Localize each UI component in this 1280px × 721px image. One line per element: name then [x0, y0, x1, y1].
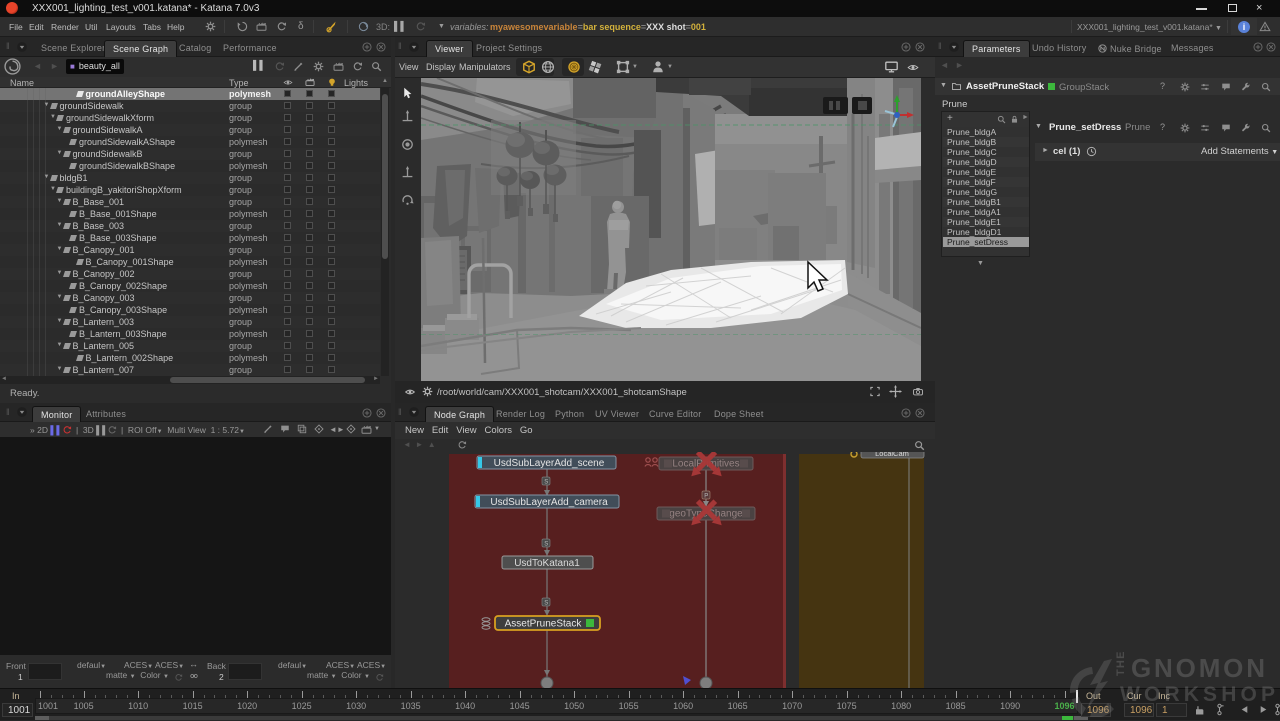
- svg-text:S: S: [544, 542, 548, 548]
- svg-text:AssetPruneStack: AssetPruneStack: [505, 619, 583, 630]
- svg-text:UsdSubLayerAdd_camera: UsdSubLayerAdd_camera: [490, 497, 608, 508]
- svg-text:S: S: [544, 480, 548, 486]
- svg-text:UsdToKatana1: UsdToKatana1: [514, 558, 580, 569]
- svg-text:S: S: [544, 601, 548, 607]
- svg-text:UsdSubLayerAdd_scene: UsdSubLayerAdd_scene: [494, 458, 605, 469]
- svg-text:LocalCam: LocalCam: [875, 452, 909, 458]
- svg-text:P: P: [704, 494, 708, 500]
